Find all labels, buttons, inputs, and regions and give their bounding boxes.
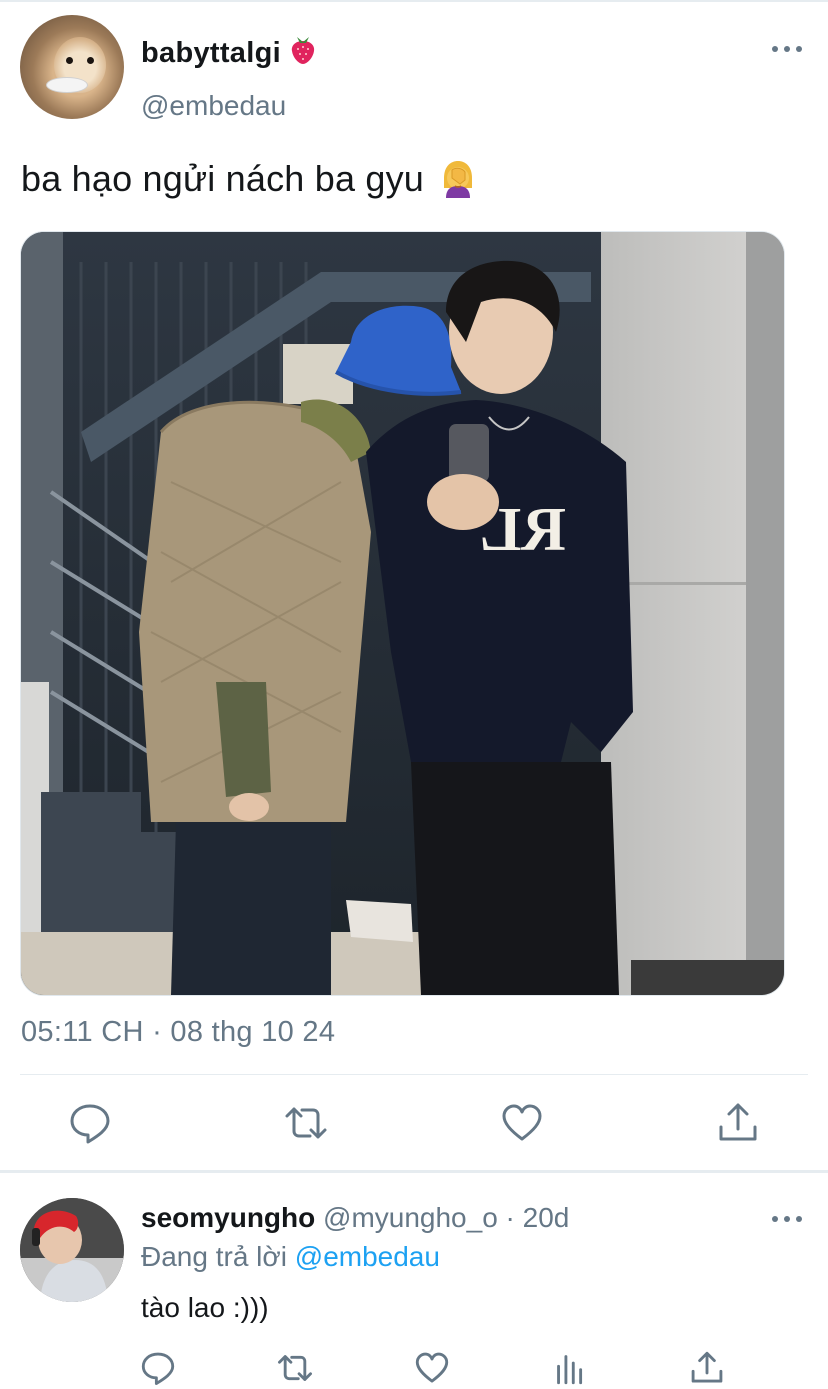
reply-icon[interactable] — [68, 1101, 112, 1145]
author-display-name[interactable]: babyttalgi — [141, 35, 317, 70]
tweet-photo[interactable]: RL — [20, 231, 785, 996]
spoon-shape — [46, 77, 88, 93]
photo-image: RL — [21, 232, 784, 995]
reply-handle-time[interactable]: @myungho_o · 20d — [323, 1202, 569, 1233]
reply-header: seomyungho @myungho_o · 20d — [141, 1202, 569, 1234]
like-icon[interactable] — [500, 1101, 544, 1145]
woman-facepalming-icon — [444, 161, 473, 198]
replying-to: Đang trả lời @embedau — [141, 1241, 440, 1273]
more-options-icon[interactable] — [772, 44, 802, 54]
author-avatar[interactable] — [20, 15, 124, 119]
reply-share-icon[interactable] — [689, 1350, 725, 1386]
share-icon[interactable] — [716, 1101, 760, 1145]
reply-reply-icon[interactable] — [140, 1350, 176, 1386]
replying-mention-link[interactable]: @embedau — [295, 1241, 440, 1272]
reply-author-avatar[interactable] — [20, 1198, 124, 1302]
retweet-icon[interactable] — [284, 1101, 328, 1145]
author-handle[interactable]: @embedau — [141, 90, 286, 122]
reply-analytics-icon[interactable] — [552, 1350, 588, 1386]
author-name-text: babyttalgi — [141, 37, 281, 69]
tweet-timestamp[interactable]: 05:11 CH · 08 thg 10 24 — [21, 1016, 335, 1049]
reply-more-options-icon[interactable] — [772, 1214, 802, 1224]
strawberry-icon — [292, 37, 315, 64]
tweet-text: ba hạo ngửi nách ba gyu — [21, 158, 478, 200]
reply-like-icon[interactable] — [414, 1350, 450, 1386]
reply-author-name[interactable]: seomyungho — [141, 1202, 315, 1233]
tweet-text-content: ba hạo ngửi nách ba gyu — [21, 158, 425, 199]
section-divider — [0, 1170, 828, 1173]
replying-prefix: Đang trả lời — [141, 1241, 287, 1272]
top-divider — [0, 0, 828, 2]
reply-text: tào lao :))) — [141, 1292, 269, 1323]
timestamp-divider — [20, 1074, 808, 1075]
reply-retweet-icon[interactable] — [277, 1350, 313, 1386]
reply-avatar-picture — [20, 1198, 124, 1302]
